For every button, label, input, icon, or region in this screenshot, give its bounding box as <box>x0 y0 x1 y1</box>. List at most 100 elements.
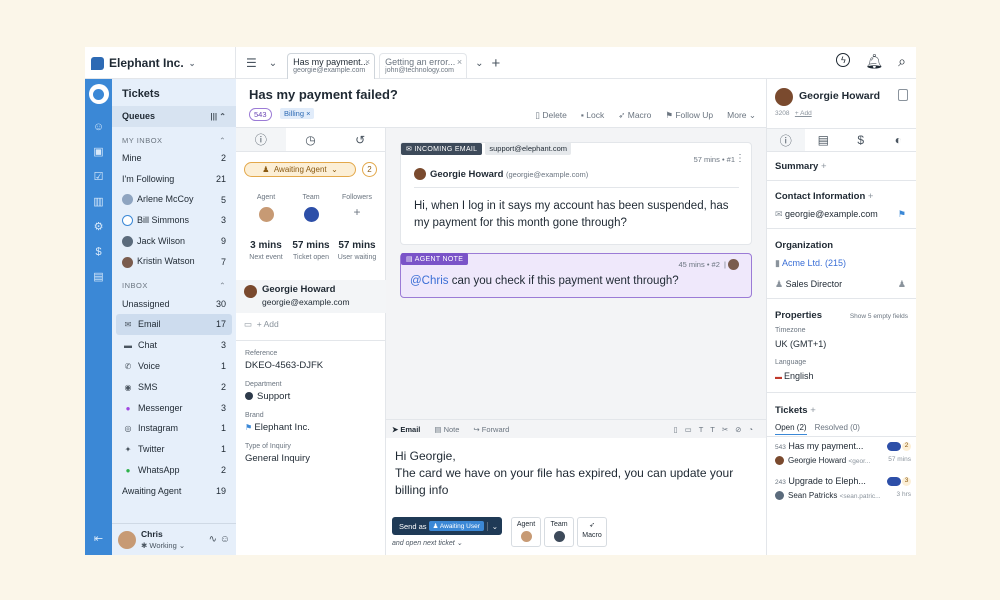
ticket-list-item[interactable]: 243 Upgrade to Eleph... 3 Sean Patricks … <box>775 476 911 501</box>
inquiry-value[interactable]: General Inquiry <box>245 453 380 464</box>
department-value[interactable]: Support <box>245 391 380 402</box>
chevron-down-icon[interactable]: ⌄ <box>486 521 498 531</box>
lock-button[interactable]: ▪ Lock <box>581 110 604 121</box>
tab-forward[interactable]: ↪ Forward <box>473 425 509 434</box>
history-icon[interactable]: ↺ <box>335 128 385 151</box>
tab-email[interactable]: ➤ Email <box>392 425 420 434</box>
collapse-icon[interactable]: ⇤ <box>85 526 112 551</box>
composer-agent[interactable]: Agent <box>511 517 541 547</box>
archive-icon[interactable]: ▤ <box>85 264 112 289</box>
team-field[interactable]: Team <box>286 194 336 222</box>
sidebar-item-email[interactable]: ✉ Email 17 <box>116 313 232 335</box>
bell-icon[interactable]: 🔔︎ <box>865 53 883 70</box>
queues-row[interactable]: Queues ||| ⌃ <box>112 106 236 127</box>
reports-icon[interactable]: ▥ <box>85 189 112 214</box>
integration-icon[interactable]: ◐ <box>880 129 917 151</box>
panel-toggle-icon[interactable] <box>898 89 908 101</box>
inbox-header[interactable]: INBOX ⌃ <box>112 272 236 293</box>
kebab-menu-icon[interactable]: ⋮ <box>735 153 745 164</box>
formatting-toolbar[interactable]: ▯▭TT✂⊘◔ <box>674 425 760 434</box>
composer-macro[interactable]: ➶ Macro <box>577 517 607 547</box>
add-follower-icon[interactable]: + <box>332 205 382 219</box>
settings-icon[interactable]: ⚙ <box>85 214 112 239</box>
timezone-value[interactable]: UK (GMT+1) <box>775 339 826 349</box>
delete-button[interactable]: ▯ Delete <box>535 110 567 121</box>
add-tag-button[interactable]: + Add <box>795 110 812 117</box>
sidebar-item-bill[interactable]: Bill Simmons 3 <box>112 210 236 231</box>
billing-icon[interactable]: $ <box>85 239 112 264</box>
sidebar-item-unassigned[interactable]: Unassigned 30 <box>112 293 236 314</box>
chat-icon: ▬ <box>124 341 132 351</box>
tab-note[interactable]: ▤ Note <box>434 425 459 434</box>
agent-field[interactable]: Agent <box>241 194 291 222</box>
ticket-list-item[interactable]: 543 Has my payment... 2 Georgie Howard <… <box>775 441 911 466</box>
list-icon[interactable]: ☰ <box>246 56 257 70</box>
send-button[interactable]: Send as ♟ Awaiting User ⌄ <box>392 517 502 535</box>
clock-icon[interactable]: ◷ <box>286 128 336 151</box>
close-icon[interactable]: × <box>457 57 462 67</box>
language-value[interactable]: ▬ English <box>775 371 813 381</box>
show-empty-fields[interactable]: Show 5 empty fields <box>850 313 908 320</box>
user-icon[interactable]: ☺ <box>85 114 112 139</box>
agent-note[interactable]: ▤ AGENT NOTE 45 mins • #2 | @Chris can y… <box>400 253 752 298</box>
chevron-down-icon[interactable]: ⌄ <box>269 58 277 69</box>
notes-icon[interactable]: ▤ <box>805 129 843 151</box>
more-button[interactable]: More ⌄ <box>727 110 756 121</box>
search-icon[interactable]: ⌕ <box>898 53 906 70</box>
ticket-tag[interactable]: Billing × <box>280 108 315 119</box>
email-message[interactable]: ✉ INCOMING EMAIL support@elephant.com 57… <box>400 142 752 245</box>
chevron-down-icon[interactable]: ⌄ <box>475 58 483 69</box>
sidebar-item-kristin[interactable]: Kristin Watson 7 <box>112 252 236 273</box>
sidebar-item-sms[interactable]: ◉ SMS 2 <box>112 376 236 397</box>
sidebar-item-awaiting[interactable]: Awaiting Agent 19 <box>112 480 236 501</box>
sidebar-item-twitter[interactable]: ✦ Twitter 1 <box>112 439 236 460</box>
tab-ticket-2[interactable]: Getting an error... john@technology.com … <box>379 53 468 79</box>
checkbox-icon[interactable]: ☑ <box>85 164 112 189</box>
lightning-icon[interactable]: ϟ <box>836 53 851 67</box>
summary-section[interactable]: Summary + <box>775 161 827 172</box>
sidebar-item-instagram[interactable]: ◎ Instagram 1 <box>112 418 236 439</box>
mention[interactable]: @Chris <box>410 275 449 287</box>
app-logo-icon[interactable] <box>88 84 109 104</box>
contact-email[interactable]: ✉ georgie@example.com <box>775 209 878 220</box>
contact-role[interactable]: ♟ Sales Director <box>775 279 842 290</box>
macro-button[interactable]: ➶ Macro <box>618 110 651 121</box>
sidebar-item-mine[interactable]: Mine 2 <box>112 148 236 169</box>
brand-value[interactable]: ⚑ Elephant Inc. <box>245 422 380 433</box>
queues-options-icon[interactable]: ||| ⌃ <box>210 112 226 121</box>
note-icon: ▤ <box>406 256 415 263</box>
contact-card[interactable]: Georgie Howard georgie@example.com <box>236 280 386 313</box>
my-inbox-header[interactable]: MY INBOX ⌃ <box>112 127 236 148</box>
sidebar-item-voice[interactable]: ✆ Voice 1 <box>112 356 236 377</box>
tab-resolved-tickets[interactable]: Resolved (0) <box>815 423 860 435</box>
close-icon[interactable]: × <box>365 57 370 67</box>
info-icon[interactable]: ⓘ <box>236 128 286 151</box>
info-icon[interactable]: ⓘ <box>767 129 805 151</box>
tab-ticket-543[interactable]: Has my payment... georgie@example.com × <box>287 53 376 79</box>
tab-open-tickets[interactable]: Open (2) <box>775 423 807 435</box>
workspace-switcher[interactable]: Elephant Inc. ⌄ <box>91 56 195 70</box>
organization-link[interactable]: ▮ Acme Ltd. (215) <box>775 258 846 269</box>
billing-icon[interactable]: $ <box>842 129 880 151</box>
add-contact-button[interactable]: ▭ + Add <box>244 319 279 330</box>
sidebar-item-arlene[interactable]: Arlene McCoy 5 <box>112 189 236 210</box>
follow-up-button[interactable]: ⚑ Follow Up <box>665 110 713 121</box>
sidebar-item-whatsapp[interactable]: ● WhatsApp 2 <box>112 460 236 481</box>
sidebar-item-messenger[interactable]: ● Messenger 3 <box>112 397 236 418</box>
sidebar-item-chat[interactable]: ▬ Chat 3 <box>112 335 236 356</box>
reference-value[interactable]: DKEO-4563-DJFK <box>245 360 380 371</box>
agent-status[interactable]: Chris ✱ Working ⌄ ∿ ☺ <box>112 523 236 555</box>
stat-value: 57 mins <box>292 240 330 251</box>
add-tab-icon[interactable]: + <box>492 55 501 72</box>
open-next-toggle[interactable]: and open next ticket ⌄ <box>392 539 462 547</box>
status-select[interactable]: ♟ Awaiting Agent ⌄ <box>244 162 356 177</box>
reply-textarea[interactable]: Hi Georgie, The card we have on your fil… <box>386 438 766 509</box>
sidebar-item-jack[interactable]: Jack Wilson 9 <box>112 231 236 252</box>
tickets-icon[interactable]: ▣ <box>85 139 112 164</box>
followers-field[interactable]: Followers + <box>332 194 382 219</box>
headset-icon[interactable]: ∿ ☺ <box>209 534 230 545</box>
tickets-section[interactable]: Tickets + <box>775 405 816 416</box>
contact-info-section[interactable]: Contact Information + <box>775 191 873 202</box>
sidebar-item-following[interactable]: I'm Following 21 <box>112 168 236 189</box>
composer-team[interactable]: Team <box>544 517 574 547</box>
